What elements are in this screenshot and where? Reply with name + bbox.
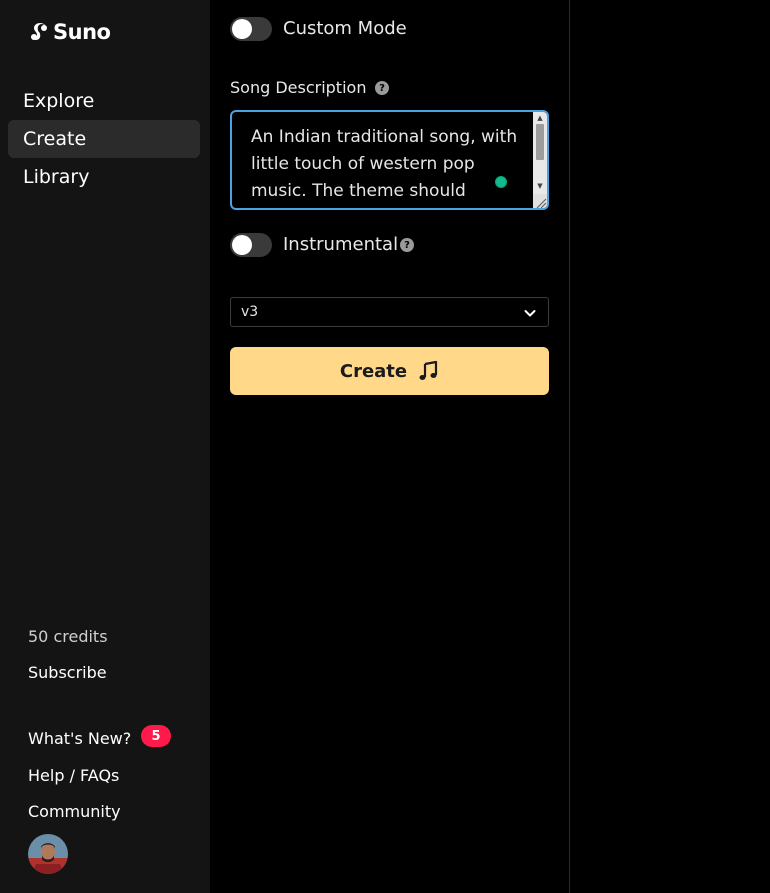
custom-mode-toggle[interactable] — [230, 17, 272, 41]
song-description-text: An Indian traditional song, with little … — [251, 127, 518, 201]
app: Suno Explore Create Library 50 credits S… — [0, 0, 770, 893]
create-button-label: Create — [339, 360, 408, 382]
custom-mode-label: Custom Mode — [283, 18, 407, 39]
suno-logo-icon — [31, 23, 47, 40]
whats-new-link[interactable]: What's New? — [28, 729, 131, 748]
instrumental-toggle[interactable] — [230, 233, 272, 257]
grammar-check-icon[interactable] — [495, 176, 507, 188]
nav-item-explore[interactable]: Explore — [8, 82, 200, 120]
music-note-icon — [419, 360, 438, 380]
song-description-label: Song Description — [230, 78, 367, 97]
panel-divider — [569, 0, 570, 893]
chevron-down-icon — [524, 310, 536, 317]
song-description-input[interactable]: An Indian traditional song, with little … — [230, 110, 549, 210]
nav-item-create[interactable]: Create — [8, 120, 200, 158]
scroll-down-arrow-icon[interactable]: ▼ — [533, 180, 547, 192]
select-value: v3 — [241, 304, 259, 320]
resize-handle-icon[interactable] — [533, 194, 547, 209]
community-link[interactable]: Community — [28, 802, 121, 821]
nav-item-label: Library — [23, 166, 90, 188]
credits-count: 50 credits — [28, 627, 108, 646]
scroll-up-arrow-icon[interactable]: ▲ — [533, 112, 547, 124]
model-version-select[interactable]: v3 — [230, 297, 549, 327]
help-icon[interactable]: ? — [400, 238, 414, 252]
user-avatar[interactable] — [28, 834, 68, 874]
nav-item-label: Explore — [23, 90, 95, 112]
help-faqs-link[interactable]: Help / FAQs — [28, 766, 119, 785]
toggle-knob — [232, 19, 252, 39]
subscribe-link[interactable]: Subscribe — [28, 663, 107, 682]
instrumental-label: Instrumental — [283, 234, 399, 255]
brand-logo[interactable]: Suno — [28, 20, 111, 44]
avatar-image — [28, 834, 68, 874]
nav-item-library[interactable]: Library — [8, 158, 200, 196]
help-icon[interactable]: ? — [375, 81, 389, 95]
nav-item-label: Create — [23, 128, 87, 150]
sidebar: Suno Explore Create Library 50 credits S… — [0, 0, 210, 893]
create-button[interactable]: Create — [230, 347, 549, 395]
whats-new-badge: 5 — [141, 725, 171, 747]
scroll-thumb[interactable] — [536, 124, 544, 160]
brand-name: Suno — [53, 20, 111, 44]
toggle-knob — [232, 235, 252, 255]
